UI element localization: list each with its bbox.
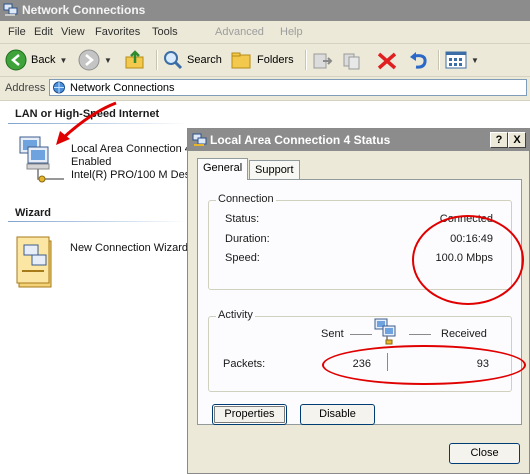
status-label: Status: xyxy=(225,213,260,225)
dialog-network-icon xyxy=(192,133,207,146)
address-input[interactable]: Network Connections xyxy=(49,79,527,96)
connection-legend: Connection xyxy=(216,193,276,205)
undo-icon[interactable] xyxy=(408,51,430,71)
menu-view[interactable]: View xyxy=(61,26,85,38)
close-button[interactable]: Close xyxy=(449,443,520,464)
menu-file[interactable]: File xyxy=(8,26,26,38)
toolbar: Back ▼ ▼ Search Folders ▼ xyxy=(0,44,530,77)
received-label: Received xyxy=(441,328,487,340)
search-icon xyxy=(164,51,183,70)
window-titlebar[interactable]: Network Connections xyxy=(0,0,530,21)
search-label: Search xyxy=(187,54,222,66)
properties-button[interactable]: Properties xyxy=(212,404,287,425)
views-icon xyxy=(445,51,467,69)
sent-label: Sent xyxy=(321,328,344,340)
received-line xyxy=(409,334,431,335)
views-dropdown-icon[interactable]: ▼ xyxy=(471,56,479,65)
menu-advanced[interactable]: Advanced xyxy=(215,26,264,38)
network-connections-small-icon xyxy=(53,81,65,94)
back-dropdown-icon[interactable]: ▼ xyxy=(59,56,67,65)
wizard-group-divider xyxy=(8,221,188,222)
toolbar-separator xyxy=(438,50,440,70)
menu-tools[interactable]: Tools xyxy=(152,26,178,38)
network-connections-icon xyxy=(3,3,18,16)
annotation-arrow xyxy=(56,101,117,145)
window-title: Network Connections xyxy=(22,3,146,17)
help-button[interactable]: ? xyxy=(490,132,508,148)
copy-to-icon[interactable] xyxy=(343,52,363,70)
delete-icon[interactable] xyxy=(376,51,398,71)
folders-label: Folders xyxy=(257,54,294,66)
address-bar: Address Network Connections xyxy=(0,77,530,101)
dialog-title: Local Area Connection 4 Status xyxy=(210,133,391,147)
toolbar-separator xyxy=(305,50,307,70)
new-connection-wizard-label[interactable]: New Connection Wizard xyxy=(70,242,187,255)
tab-general[interactable]: General xyxy=(197,158,249,180)
connection-status-dialog: Local Area Connection 4 Status ? X Gener… xyxy=(187,128,530,474)
tab-support[interactable]: Support xyxy=(249,160,300,179)
duration-label: Duration: xyxy=(225,233,270,245)
disable-button[interactable]: Disable xyxy=(300,404,375,425)
close-dialog-icon[interactable]: X xyxy=(508,132,526,148)
move-to-icon[interactable] xyxy=(313,52,333,70)
folders-icon xyxy=(231,52,251,69)
search-button[interactable]: Search xyxy=(163,48,222,72)
activity-computers-icon xyxy=(374,318,396,345)
sent-line xyxy=(350,334,372,335)
annotation-ellipse-packets xyxy=(322,345,526,385)
lan-connection-device: Intel(R) PRO/100 M Desktop Adapter xyxy=(71,169,187,181)
wizard-group-header: Wizard xyxy=(15,207,51,219)
menu-help[interactable]: Help xyxy=(280,26,303,38)
speed-label: Speed: xyxy=(225,252,260,264)
back-arrow-icon xyxy=(5,49,27,71)
folders-button[interactable]: Folders xyxy=(231,48,294,72)
forward-dropdown-icon[interactable]: ▼ xyxy=(104,56,112,65)
annotation-ellipse-connection xyxy=(412,215,524,305)
address-value: Network Connections xyxy=(70,81,175,94)
menu-bar: File Edit View Favorites Tools Advanced … xyxy=(0,21,530,44)
address-label: Address xyxy=(5,82,46,94)
menu-edit[interactable]: Edit xyxy=(34,26,53,38)
up-folder-button[interactable] xyxy=(124,48,146,72)
dialog-titlebar[interactable]: Local Area Connection 4 Status ? X xyxy=(188,129,529,151)
views-button[interactable]: ▼ xyxy=(445,48,479,72)
new-connection-wizard-icon[interactable] xyxy=(16,233,62,291)
activity-legend: Activity xyxy=(216,309,255,321)
up-folder-icon xyxy=(125,50,144,69)
forward-arrow-icon xyxy=(78,49,100,71)
menu-favorites[interactable]: Favorites xyxy=(95,26,140,38)
lan-connection-status: Enabled xyxy=(71,156,112,168)
back-label: Back xyxy=(31,54,56,66)
toolbar-separator xyxy=(156,50,158,70)
packets-label: Packets: xyxy=(223,358,266,370)
back-button[interactable]: Back ▼ xyxy=(5,48,67,72)
forward-button[interactable]: ▼ xyxy=(78,48,112,72)
